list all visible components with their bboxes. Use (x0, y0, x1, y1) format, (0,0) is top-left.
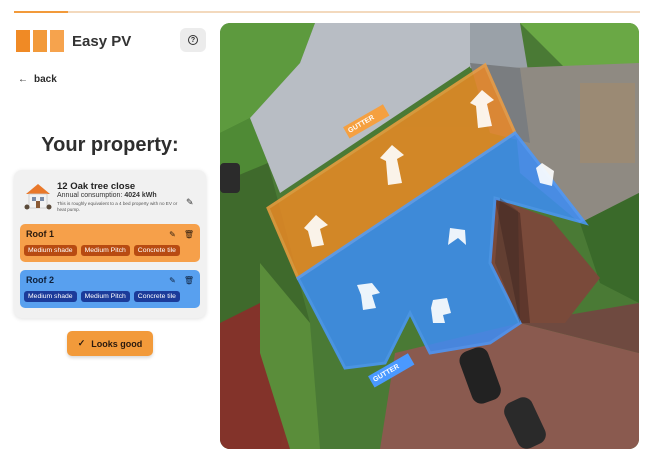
roof-tag-shade: Medium shade (24, 291, 77, 302)
roof-title: Roof 2 (26, 275, 54, 285)
house-icon (24, 184, 52, 210)
roof-tag-pitch: Medium Pitch (80, 291, 130, 302)
consumption-value: 4024 kWh (124, 192, 157, 199)
edit-roof-pencil-icon[interactable]: ✎ (169, 276, 176, 285)
brand: Easy PV (16, 30, 131, 52)
roof-tag-shade: Medium shade (24, 245, 77, 256)
roof-card-2[interactable]: Roof 2 ✎ 🗑 Medium shade Medium Pitch Con… (20, 270, 200, 308)
consumption-equivalent-text: This is roughly equivalent to a 4 bed pr… (57, 201, 178, 212)
delete-roof-trash-icon[interactable]: 🗑 (184, 230, 194, 239)
brand-name: Easy PV (72, 32, 132, 50)
arrow-left-icon: ← (18, 74, 28, 85)
property-card: 12 Oak tree close Annual consumption: 40… (14, 170, 206, 318)
property-address: 12 Oak tree close (57, 181, 136, 192)
annual-consumption: Annual consumption: 4024 kWh (57, 192, 157, 199)
question-icon: ? (188, 35, 198, 45)
edit-roof-pencil-icon[interactable]: ✎ (169, 230, 176, 239)
looks-good-label: Looks good (91, 338, 143, 349)
roof-tag-material: Concrete tile (133, 245, 180, 256)
aerial-map[interactable]: GUTTER GUTTER (220, 23, 639, 449)
progress-bar (14, 11, 640, 13)
page-title: Your property: (41, 134, 179, 156)
delete-roof-trash-icon[interactable]: 🗑 (184, 276, 194, 285)
consumption-label: Annual consumption: (57, 192, 123, 199)
looks-good-button[interactable]: ✓ Looks good (67, 331, 153, 356)
help-button[interactable]: ? (180, 28, 206, 52)
solar-panel-logo-icon (16, 30, 64, 52)
check-icon: ✓ (77, 338, 86, 348)
back-link[interactable]: ← back (18, 74, 57, 85)
roof-title: Roof 1 (26, 229, 54, 239)
roof-tag-material: Concrete tile (133, 291, 180, 302)
roof-tag-pitch: Medium Pitch (80, 245, 130, 256)
progress-bar-fill (14, 11, 69, 13)
back-label: back (34, 74, 57, 85)
roof-card-1[interactable]: Roof 1 ✎ 🗑 Medium shade Medium Pitch Con… (20, 224, 200, 262)
edit-property-pencil-icon[interactable]: ✎ (186, 197, 194, 208)
aerial-photo (220, 23, 639, 449)
